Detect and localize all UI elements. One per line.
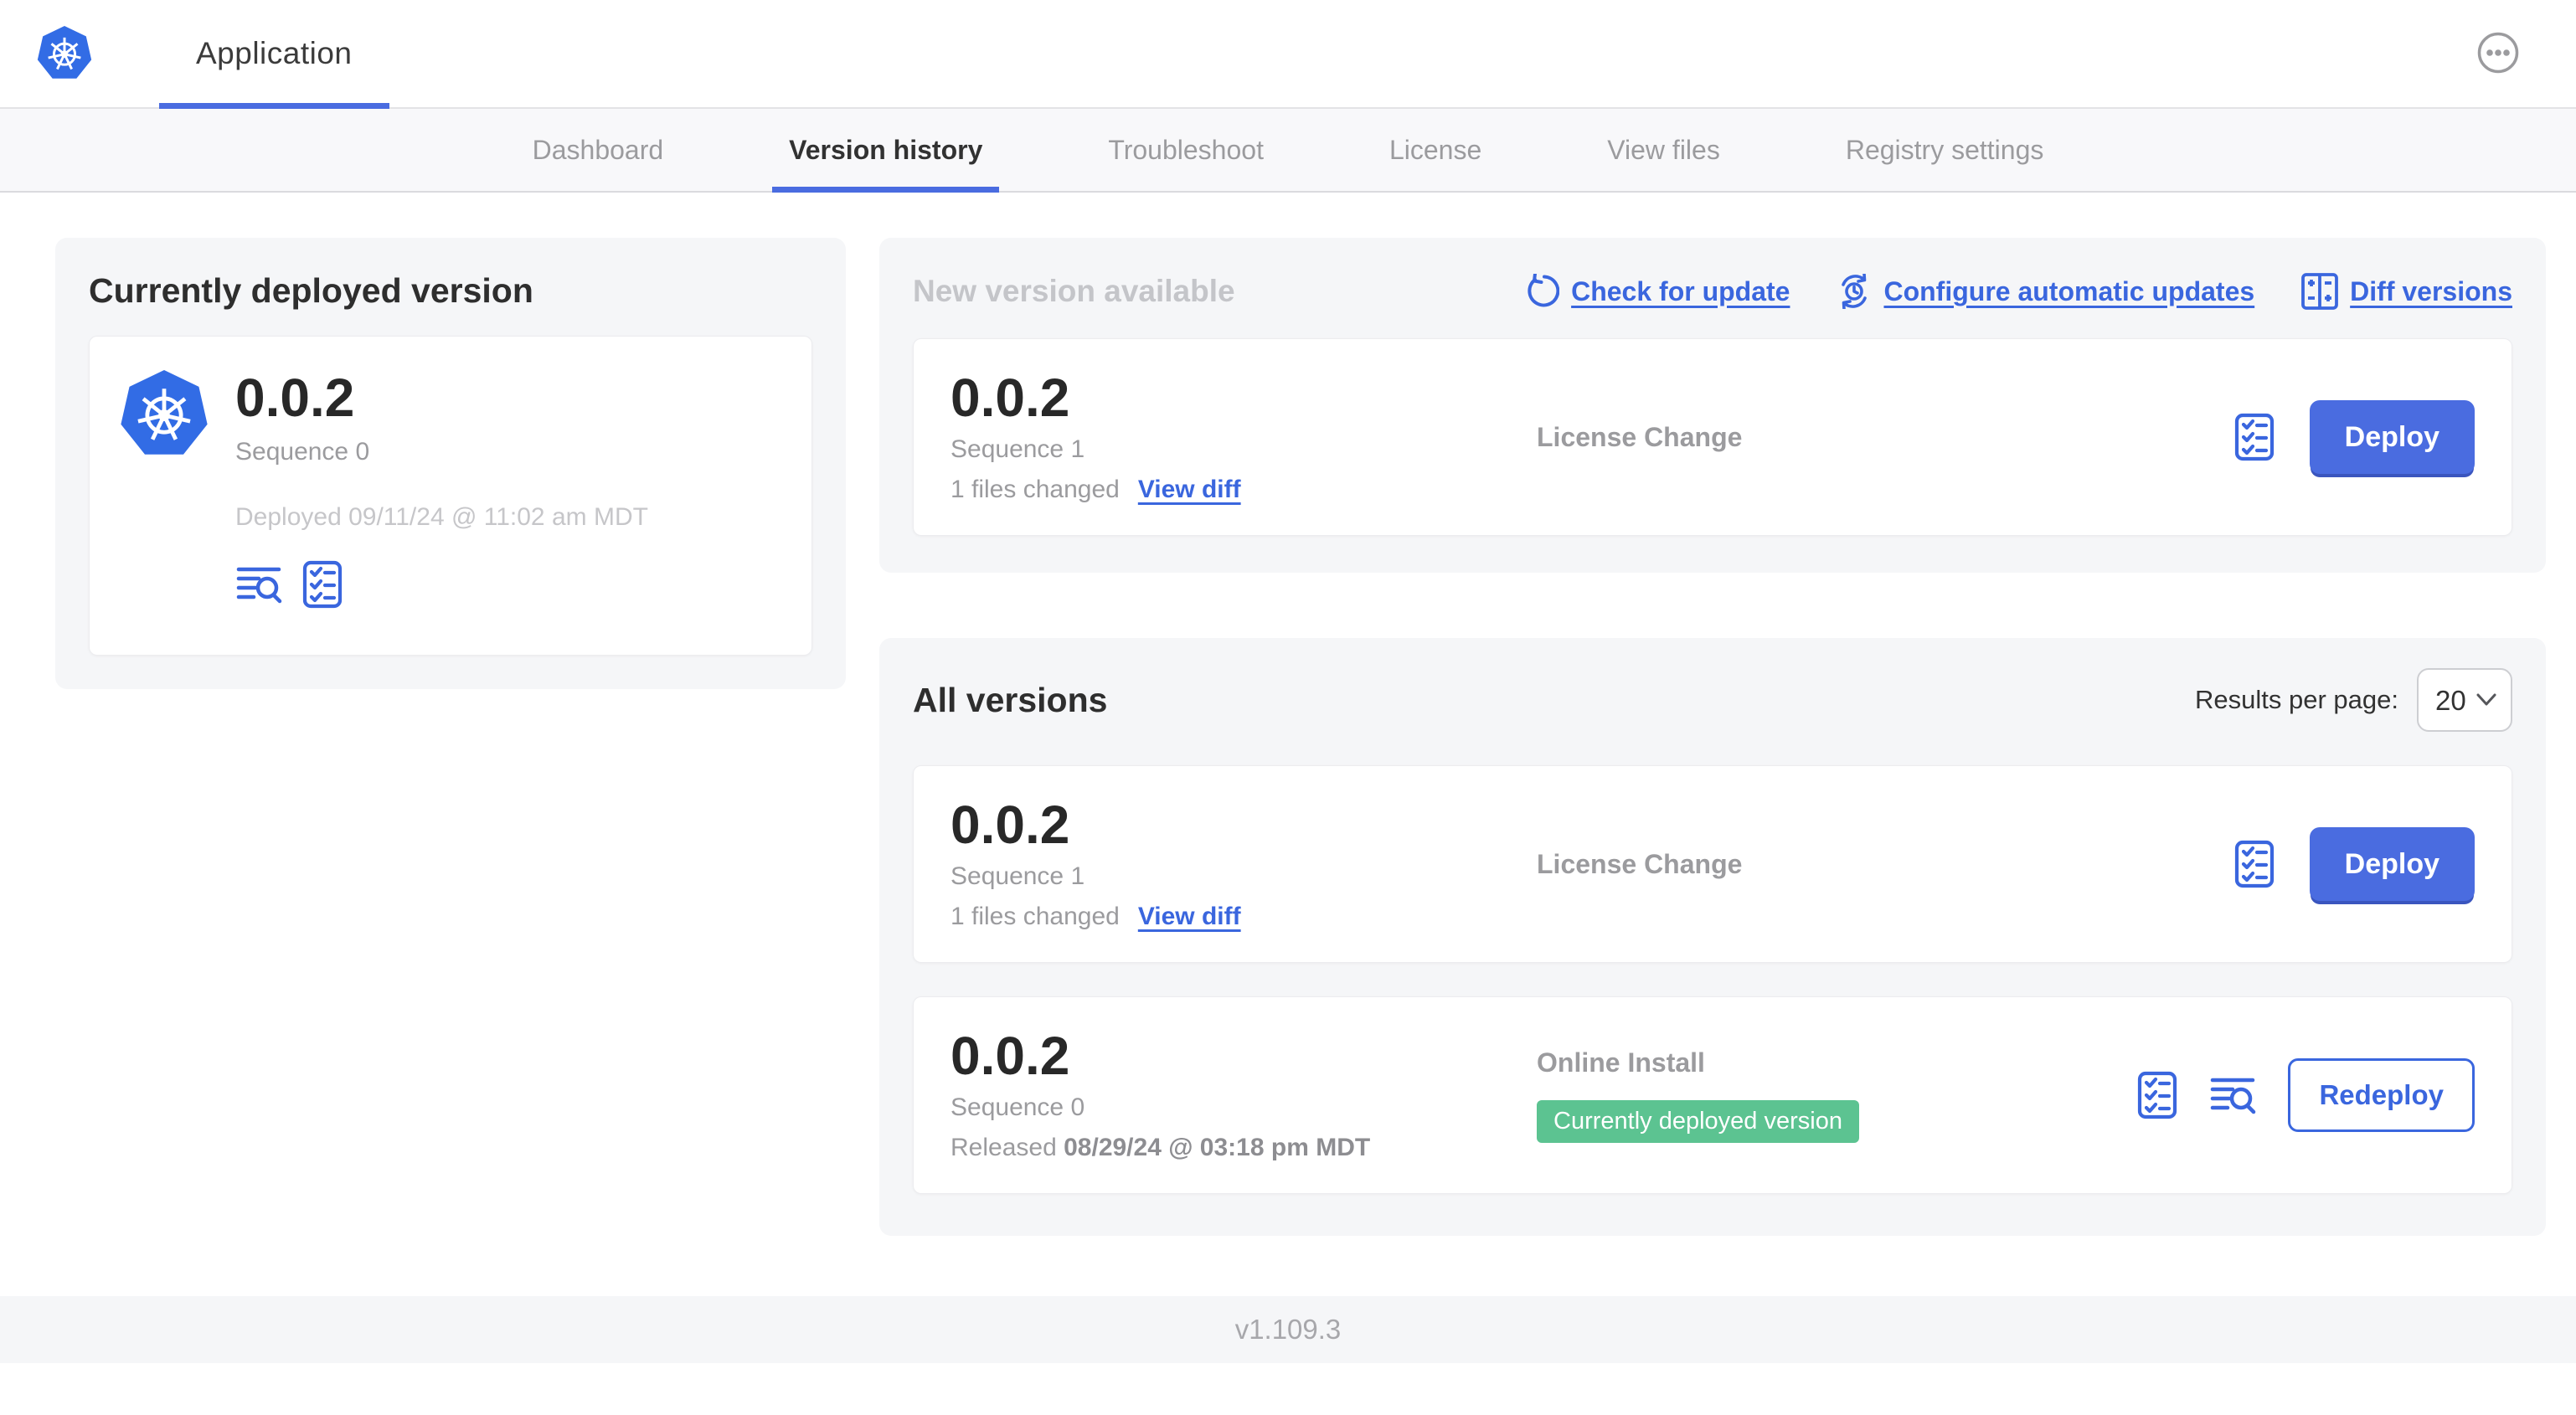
preflight-checklist-icon: [2137, 1071, 2177, 1119]
kubernetes-logo-icon: [37, 26, 92, 81]
right-column: New version available Check for update C…: [879, 238, 2546, 1236]
all-versions-panel: All versions Results per page: 20 0.0.2 …: [879, 638, 2546, 1236]
auto-update-clock-icon: [1837, 274, 1872, 309]
version-number: 0.0.2: [951, 795, 1070, 856]
deployed-version-number: 0.0.2: [235, 368, 355, 428]
configure-automatic-updates-link[interactable]: Configure automatic updates: [1837, 274, 2254, 309]
version-row: 0.0.2 Sequence 0 Released 08/29/24 @ 03:…: [913, 996, 2512, 1194]
preflight-checklist-icon: [302, 560, 343, 609]
new-version-title: New version available: [913, 274, 1235, 308]
preflight-checks-button[interactable]: [2234, 413, 2275, 461]
version-type-label: Online Install: [1537, 1047, 1705, 1078]
version-number: 0.0.2: [951, 368, 1070, 429]
version-row: 0.0.2 Sequence 1 1 files changed View di…: [913, 765, 2512, 963]
view-logs-button[interactable]: [2209, 1074, 2256, 1116]
check-for-update-link[interactable]: Check for update: [1524, 274, 1790, 309]
currently-deployed-panel: Currently deployed version 0.0.2 Sequenc…: [55, 238, 846, 689]
preflight-checklist-icon: [2234, 413, 2275, 461]
version-sequence: Sequence 1: [951, 435, 1085, 463]
preflight-checks-button[interactable]: [2137, 1071, 2177, 1119]
currently-deployed-badge: Currently deployed version: [1537, 1100, 1859, 1143]
version-type-label: License Change: [1537, 848, 1743, 879]
diff-icon: [2301, 273, 2339, 310]
tab-dashboard[interactable]: Dashboard: [516, 109, 681, 191]
logs-icon: [2209, 1074, 2256, 1116]
preflight-checklist-icon: [2234, 840, 2275, 888]
console-version: v1.109.3: [1234, 1314, 1342, 1345]
logs-icon: [235, 563, 282, 605]
preflight-checks-button[interactable]: [2234, 840, 2275, 888]
results-per-page-label: Results per page:: [2195, 685, 2398, 714]
active-app-tab-indicator: [159, 103, 389, 109]
new-version-panel: New version available Check for update C…: [879, 238, 2546, 573]
overflow-menu-button[interactable]: [2477, 32, 2519, 74]
new-version-card: 0.0.2 Sequence 1 1 files changed View di…: [913, 338, 2512, 536]
kubernetes-logo-icon: [120, 370, 209, 621]
app-header: Application: [0, 0, 2576, 109]
ellipsis-circle-icon: [2477, 32, 2519, 74]
released-timestamp: Released 08/29/24 @ 03:18 pm MDT: [951, 1133, 1371, 1161]
redeploy-button[interactable]: Redeploy: [2288, 1058, 2475, 1132]
currently-deployed-title: Currently deployed version: [89, 271, 533, 310]
version-number: 0.0.2: [951, 1026, 1070, 1087]
app-tab-label: Application: [196, 36, 353, 70]
all-versions-title: All versions: [913, 680, 1108, 719]
currently-deployed-card: 0.0.2 Sequence 0 Deployed 09/11/24 @ 11:…: [89, 336, 812, 656]
files-changed-label: 1 files changed: [951, 475, 1120, 503]
app-tab-application[interactable]: Application: [159, 0, 389, 109]
results-per-page-select[interactable]: 20: [2417, 668, 2512, 732]
view-diff-link[interactable]: View diff: [1138, 903, 1241, 931]
preflight-checks-button[interactable]: [302, 560, 343, 609]
version-type-label: License Change: [1537, 421, 1743, 452]
app-subnav: Dashboard Version history Troubleshoot L…: [0, 109, 2576, 193]
view-diff-link[interactable]: View diff: [1138, 476, 1241, 504]
deploy-button[interactable]: Deploy: [2309, 827, 2475, 901]
deployed-sequence: Sequence 0: [235, 438, 370, 466]
tab-troubleshoot[interactable]: Troubleshoot: [1091, 109, 1280, 191]
files-changed-label: 1 files changed: [951, 902, 1120, 930]
tab-license[interactable]: License: [1373, 109, 1498, 191]
deploy-button[interactable]: Deploy: [2309, 400, 2475, 474]
version-sequence: Sequence 1: [951, 862, 1085, 890]
version-sequence: Sequence 0: [951, 1093, 1085, 1121]
refresh-icon: [1524, 274, 1560, 309]
app-footer: v1.109.3: [0, 1296, 2576, 1363]
deployed-timestamp: Deployed 09/11/24 @ 11:02 am MDT: [235, 503, 648, 532]
diff-versions-link[interactable]: Diff versions: [2301, 273, 2512, 310]
tab-registry-settings[interactable]: Registry settings: [1829, 109, 2061, 191]
tab-view-files[interactable]: View files: [1590, 109, 1737, 191]
main-content: Currently deployed version 0.0.2 Sequenc…: [0, 193, 2576, 1236]
tab-version-history[interactable]: Version history: [772, 109, 1000, 193]
view-logs-button[interactable]: [235, 563, 282, 605]
